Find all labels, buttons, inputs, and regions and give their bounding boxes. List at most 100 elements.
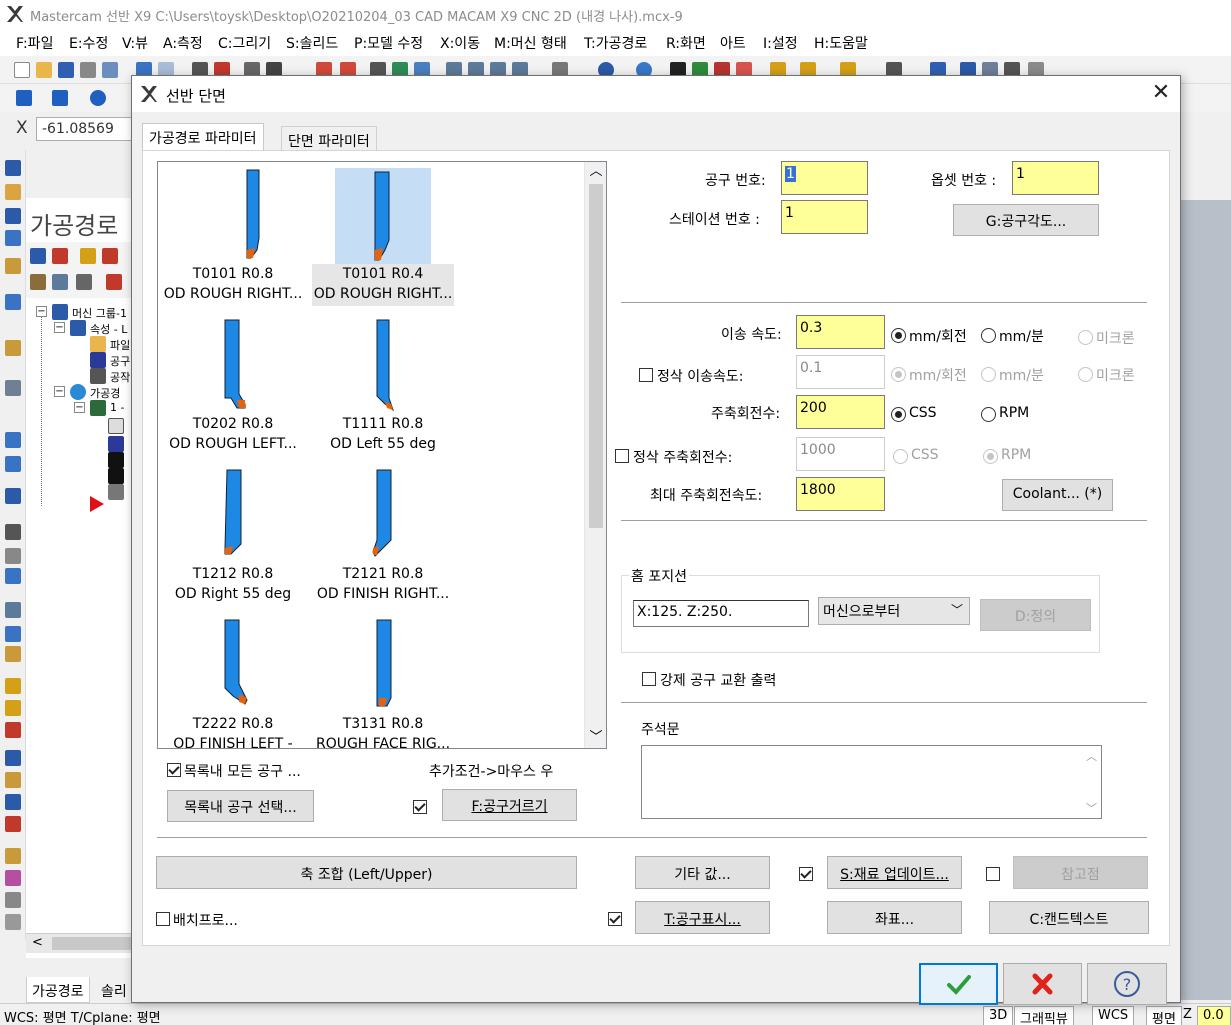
- parameters-icon[interactable]: [108, 418, 124, 434]
- edit-layer-icon[interactable]: [5, 678, 21, 694]
- misc-values-button[interactable]: 기타 값...: [635, 856, 770, 889]
- point-icon[interactable]: [16, 90, 32, 106]
- tool-item[interactable]: T2121 R0.8 OD FINISH RIGHT...: [310, 464, 456, 606]
- feed-rate-input[interactable]: 0.3: [796, 315, 885, 349]
- menu-create[interactable]: C:그리기: [218, 33, 271, 53]
- menu-xform[interactable]: X:이동: [440, 33, 480, 53]
- expand-toggle[interactable]: −: [36, 306, 47, 317]
- finish-spindle-rpm-radio[interactable]: [983, 449, 998, 464]
- status-graphic-view-button[interactable]: 그래픽뷰: [1014, 1006, 1074, 1025]
- reference-point-checkbox[interactable]: [986, 867, 1000, 881]
- coordinates-button[interactable]: 좌표...: [827, 901, 962, 934]
- tree-operation[interactable]: 1 -: [110, 401, 124, 414]
- tree-tools[interactable]: 공구: [110, 353, 130, 369]
- lathe-rough-icon[interactable]: [5, 160, 21, 176]
- spindle-rpm-radio[interactable]: [981, 407, 996, 422]
- graphics-area[interactable]: [1180, 200, 1231, 1000]
- rotate-xform-icon[interactable]: [5, 816, 21, 832]
- move-down-icon[interactable]: [106, 274, 122, 290]
- max-spindle-input[interactable]: 1800: [796, 477, 885, 511]
- stock-update-button[interactable]: S:재료 업데이트...: [827, 856, 962, 889]
- tree-toolpath-group[interactable]: 가공경: [90, 385, 120, 401]
- lock-icon[interactable]: [30, 274, 46, 290]
- tool-item-selected[interactable]: T0101 R0.4 OD ROUGH RIGHT...: [310, 164, 456, 306]
- move-icon[interactable]: [5, 750, 21, 766]
- finish-spindle-css-radio[interactable]: [893, 449, 908, 464]
- tool-item[interactable]: T2222 R0.8 OD FINISH LEFT -: [160, 614, 306, 748]
- solid-cut-icon[interactable]: [5, 548, 21, 564]
- finish-feed-checkbox[interactable]: [639, 368, 653, 382]
- show-all-tools-checkbox[interactable]: [167, 763, 181, 777]
- ok-button[interactable]: [919, 963, 998, 1005]
- offset-icon[interactable]: [5, 870, 21, 886]
- lathe-finish-icon[interactable]: [5, 184, 21, 200]
- menu-settings[interactable]: I:설정: [763, 33, 798, 53]
- menu-solids[interactable]: S:솔리드: [286, 33, 338, 53]
- feed-mm-per-min-radio[interactable]: [981, 328, 996, 343]
- mirror-icon[interactable]: [5, 794, 21, 810]
- stock-update-checkbox[interactable]: [799, 867, 813, 881]
- tree-files[interactable]: 파일: [110, 337, 130, 353]
- menu-view[interactable]: V:뷰: [122, 33, 148, 53]
- menu-toolpaths[interactable]: T:가공경로: [584, 33, 647, 53]
- feed-mm-per-rev-radio[interactable]: [891, 328, 906, 343]
- tool-filter-checkbox[interactable]: [413, 800, 427, 814]
- print-icon[interactable]: [80, 62, 96, 78]
- save-icon[interactable]: [58, 62, 74, 78]
- line-icon[interactable]: [52, 90, 68, 106]
- toolpath-icon[interactable]: [108, 468, 124, 484]
- solid-shell-icon[interactable]: [5, 602, 21, 618]
- station-number-input[interactable]: 1: [781, 200, 868, 234]
- menu-edit[interactable]: E:수정: [69, 33, 108, 53]
- axis-combination-button[interactable]: 축 조합 (Left/Upper): [156, 856, 577, 889]
- select-tool-from-list-button[interactable]: 목록내 공구 선택...: [167, 790, 314, 822]
- tool-item[interactable]: T0101 R0.8 OD ROUGH RIGHT...: [160, 164, 306, 306]
- menu-model-prep[interactable]: P:모델 수정: [354, 33, 423, 53]
- home-source-select[interactable]: 머신으로부터 ﹀: [818, 597, 970, 625]
- tool-display-checkbox[interactable]: [608, 912, 622, 926]
- coolant-button[interactable]: Coolant... (*): [1002, 479, 1113, 511]
- chevron-up-icon[interactable]: ︿: [1086, 748, 1097, 764]
- status-wcs-button[interactable]: WCS: [1092, 1006, 1135, 1025]
- scale-icon[interactable]: [5, 848, 21, 864]
- tree-stock[interactable]: 공작: [110, 369, 130, 385]
- array-icon[interactable]: [5, 914, 21, 930]
- finish-feed-mm-per-min-radio[interactable]: [981, 367, 996, 382]
- menu-help[interactable]: H:도움말: [814, 33, 868, 53]
- circle-icon[interactable]: [90, 90, 106, 106]
- insert-arrow-icon[interactable]: [88, 496, 106, 512]
- tool-item[interactable]: T0202 R0.8 OD ROUGH LEFT...: [160, 314, 306, 456]
- tab-face-parameters[interactable]: 단면 파라미터: [281, 126, 377, 150]
- batch-checkbox[interactable]: [156, 912, 170, 926]
- tool-item[interactable]: T1212 R0.8 OD Right 55 deg: [160, 464, 306, 606]
- home-position-input[interactable]: X:125. Z:250.: [633, 600, 809, 627]
- menu-machine-type[interactable]: M:머신 형태: [494, 33, 567, 53]
- toggle-display-icon[interactable]: [52, 274, 68, 290]
- tool-filter-button[interactable]: F:공구거르기: [442, 789, 577, 821]
- tool-list[interactable]: T0101 R0.8 OD ROUGH RIGHT... T0101 R0.4 …: [157, 161, 607, 749]
- tab-toolpaths[interactable]: 가공경로: [26, 977, 90, 1003]
- regenerate-dirty-icon[interactable]: [102, 248, 118, 264]
- tree-properties[interactable]: 속성 - L: [90, 321, 127, 337]
- lathe-groove-icon[interactable]: [5, 258, 21, 274]
- lathe-stock-icon[interactable]: [5, 380, 21, 396]
- chevron-up-icon[interactable]: ︿: [585, 162, 606, 182]
- solid-icon[interactable]: [5, 524, 21, 540]
- tab-toolpath-parameters[interactable]: 가공경로 파라미터: [142, 123, 264, 150]
- x-coordinate-input[interactable]: -61.08569: [36, 117, 132, 141]
- select-all-icon[interactable]: [30, 248, 46, 264]
- geometry-icon[interactable]: [108, 452, 124, 468]
- tool-angle-button[interactable]: G:공구각도...: [953, 204, 1099, 236]
- deselect-icon[interactable]: [52, 248, 68, 264]
- post-icon[interactable]: [76, 274, 92, 290]
- delete-icon[interactable]: [5, 722, 21, 738]
- z-depth-input[interactable]: 0.0: [1197, 1006, 1231, 1025]
- finish-spindle-input[interactable]: 1000: [796, 437, 885, 471]
- lathe-thread-icon[interactable]: [5, 294, 21, 310]
- spindle-css-radio[interactable]: [891, 407, 906, 422]
- finish-spindle-checkbox[interactable]: [615, 449, 629, 463]
- offset-number-input[interactable]: 1: [1012, 161, 1099, 195]
- lathe-drill-icon[interactable]: [5, 208, 21, 224]
- reference-point-button[interactable]: 참고점: [1013, 856, 1148, 889]
- new-file-icon[interactable]: [14, 62, 30, 78]
